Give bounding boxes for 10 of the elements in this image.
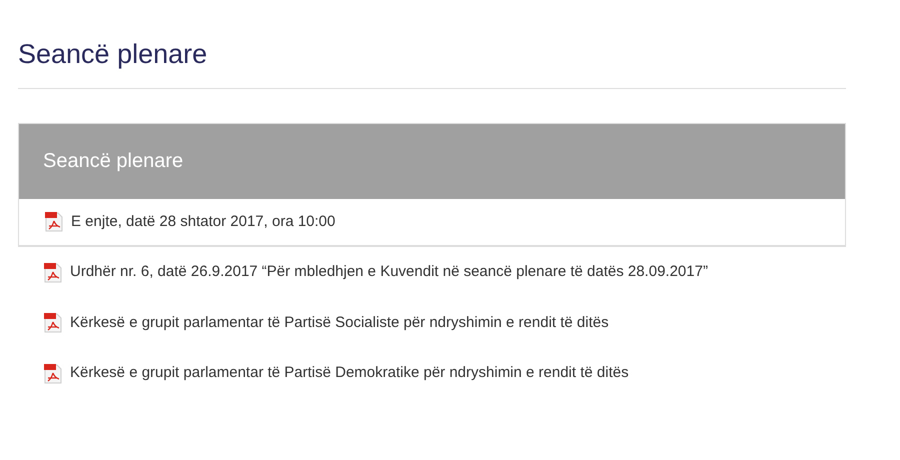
panel-header: Seancë plenare: [19, 124, 845, 199]
document-link[interactable]: Urdhër nr. 6, datë 26.9.2017 “Për mbledhjen e Kuvendit në seancë plenare të datës 28.09.2017”: [70, 261, 708, 284]
document-link[interactable]: Kërkesë e grupit parlamentar të Partisë Socialiste për ndryshimin e rendit të ditës: [70, 312, 609, 334]
document-link[interactable]: E enjte, datë 28 shtator 2017, ora 10:00: [71, 210, 336, 234]
pdf-file-icon: [44, 364, 62, 384]
pdf-file-icon: [45, 212, 63, 232]
page-title: Seancë plenare: [18, 38, 208, 71]
document-link[interactable]: Kërkesë e grupit parlamentar të Partisë Demokratike për ndryshimin e rendit të ditës: [70, 362, 629, 385]
pdf-file-icon: [44, 313, 62, 333]
pdf-file-icon: [44, 262, 62, 282]
